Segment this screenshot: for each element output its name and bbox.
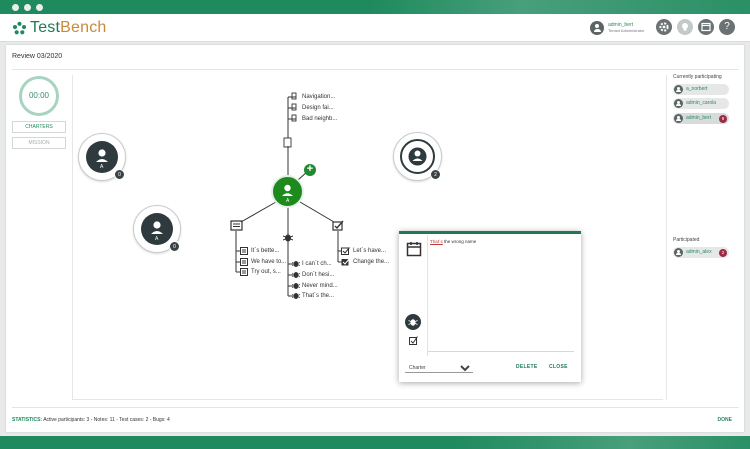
popup-top-bar [399,231,581,234]
add-node-button[interactable]: + [304,164,316,176]
popup-vertical-divider [427,235,428,356]
test-cases-branch-icon [283,137,292,148]
participant-letter: A [100,164,104,170]
bug-item[interactable]: I can´t ch... [302,261,332,267]
participant-node[interactable]: A 0 [133,205,181,253]
bug-icon [408,319,418,326]
note-icon [240,268,248,276]
bug-icon [292,261,300,267]
note-icon [240,258,248,266]
participant-letter: A [155,236,159,242]
person-icon [408,147,427,166]
participant-count-badge: 0 [169,241,180,252]
test-case-icon [291,114,297,122]
note-category-select[interactable]: Charter [405,363,473,373]
test-case-icon [291,92,297,100]
test-case-item[interactable]: Navigation... [302,94,335,100]
bug-item[interactable]: Don´t hesi... [302,272,334,278]
close-button[interactable]: CLOSE [549,364,568,370]
bug-icon [292,283,300,289]
bug-item[interactable]: Never mind... [302,283,338,289]
bug-type-button[interactable] [405,314,421,330]
test-case-item[interactable]: Bad neighb... [302,116,337,122]
test-case-item[interactable]: Design fai... [302,105,334,111]
check-icon [341,247,350,255]
note-item[interactable]: We have to... [251,259,286,265]
check-type-icon[interactable] [409,336,418,345]
note-item[interactable]: It´s bette... [251,248,279,254]
check-item[interactable]: Let´s have... [353,248,386,254]
note-text-rest: the wrong name [442,239,477,244]
center-node-letter: A [286,198,290,204]
test-case-icon [291,103,297,111]
bug-item[interactable]: That´s the... [302,293,334,299]
note-item[interactable]: Try out, s... [251,269,281,275]
delete-button[interactable]: DELETE [516,364,538,370]
plus-icon: + [306,163,314,175]
bottom-bar-sheen [450,436,750,449]
note-text[interactable]: That´s the wrong name [430,239,476,244]
notes-branch-icon[interactable] [230,220,243,231]
note-type-icon[interactable] [406,241,422,257]
popup-horizontal-divider [428,351,574,352]
checks-branch-icon[interactable] [332,220,344,231]
participant-count-badge: 2 [430,169,441,180]
check-item[interactable]: Change the... [353,259,389,265]
center-participant-node[interactable]: A [271,175,304,208]
participant-node-ring [400,139,435,174]
participant-node-selected[interactable]: 2 [393,132,442,181]
bugs-branch-icon[interactable] [283,233,293,242]
participant-node[interactable]: A 0 [78,133,126,181]
check-icon [341,258,350,266]
participant-count-badge: 0 [114,169,125,180]
bug-icon [292,293,300,299]
window-bottom-bar [0,436,750,449]
note-popup: That´s the wrong name Charter DELETE CLO… [399,231,581,382]
note-icon [240,247,248,255]
bug-icon [292,272,300,278]
mind-map-connectors [235,92,342,297]
note-text-misspelled: That´s [430,239,443,244]
